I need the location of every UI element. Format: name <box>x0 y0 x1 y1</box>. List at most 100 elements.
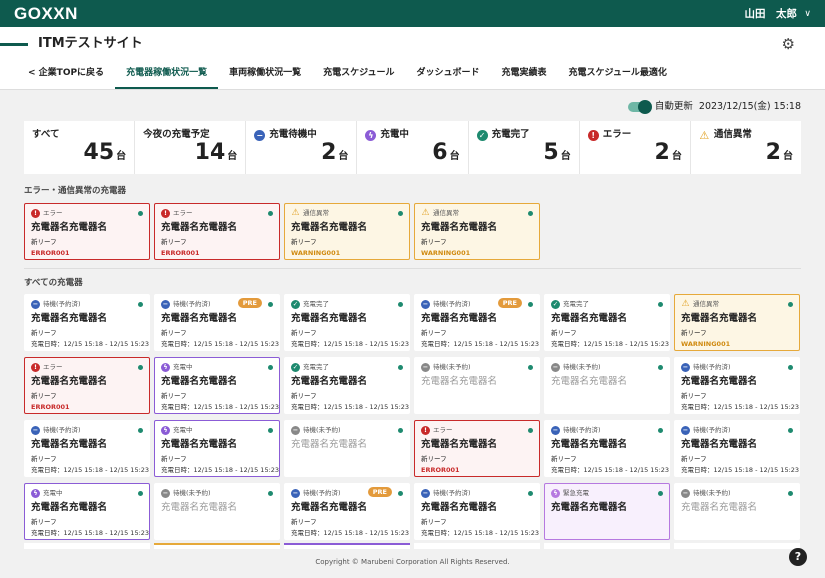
auto-update-toggle[interactable] <box>627 100 652 114</box>
charger-status: − 待機(予約済) <box>421 300 471 309</box>
vehicle-model: 新リーフ <box>551 329 577 337</box>
charger-status: ✓ 充電完了 <box>551 300 589 309</box>
charger-card[interactable]: − 待機(予約済) PRE 充電器名充電器名 新リーフ 充電日時：12/15 15:18 … <box>414 294 540 351</box>
minus-circle-icon: − <box>681 426 690 435</box>
tab-charge-schedule[interactable]: 充電スケジュール <box>312 67 405 89</box>
minus-circle-icon: − <box>681 363 690 372</box>
bolt-circle-icon: ϟ <box>551 489 560 498</box>
stat-count: 2台 <box>766 141 793 169</box>
charger-status: − 待機(未予約) <box>161 489 211 498</box>
charger-card[interactable]: ϟ 緊急充電 充電器名充電器名 <box>544 483 670 540</box>
exclamation-circle-icon: ! <box>31 363 40 372</box>
user-menu[interactable]: 山田 太郎 <box>745 8 798 20</box>
stat-card[interactable]: すべて 45 台 <box>24 121 135 174</box>
online-indicator <box>788 365 793 370</box>
charger-card[interactable]: − 待機(予約済) PRE 充電器名充電器名 新リーフ 充電日時：12/15 15:18 … <box>154 294 280 351</box>
charger-card[interactable]: − 待機(予約済) PRE 充電器名充電器名 新リーフ 充電日時：12/15 15:18 … <box>284 483 410 540</box>
help-icon[interactable]: ? <box>789 548 807 566</box>
charge-time: 充電日時：12/15 15:18 - 12/15 15:23 <box>291 529 410 537</box>
charger-card[interactable]: − 待機(予約済) 充電器名充電器名 新リーフ 充電日時：12/15 15:18 - 1… <box>24 294 150 351</box>
tab-charge-results[interactable]: 充電実績表 <box>490 67 557 89</box>
stat-value: 14 <box>194 140 226 165</box>
stat-unit: 台 <box>671 151 682 162</box>
charger-card[interactable]: − 待機(未予約) 充電器名充電器名 <box>414 357 540 414</box>
copyright: Copyright © Marubeni Corporation All Rig… <box>315 558 510 566</box>
charger-status-text: 充電中 <box>43 489 63 497</box>
exclamation-circle-icon: ! <box>587 129 599 141</box>
charger-card[interactable]: − 待機(予約済) 充電器名充電器名 新リーフ 充電日時：12/15 15:18 - 1… <box>674 420 800 477</box>
charger-status-text: エラー <box>173 209 193 217</box>
warning-triangle-icon: ⚠ <box>681 299 690 309</box>
charger-card[interactable]: − 待機(予約済) 充電器名充電器名 新リーフ 充電日時：12/15 15:18 - 1… <box>544 420 670 477</box>
charge-time: 充電日時：12/15 15:18 - 12/15 15:23 <box>681 403 800 411</box>
minus-circle-icon: − <box>551 426 560 435</box>
tab-charger-status[interactable]: 充電器稼働状況一覧 <box>115 67 219 89</box>
back-to-company-top-link[interactable]: < 企業TOPに戻る <box>28 67 115 89</box>
charger-status-text: 待機(未予約) <box>173 489 211 497</box>
current-datetime: 2023/12/15(金) 15:18 <box>698 101 801 112</box>
tab-vehicle-status[interactable]: 車両稼働状況一覧 <box>218 67 312 89</box>
online-indicator <box>658 428 663 433</box>
charger-card[interactable]: ! エラー 充電器名充電器名 新リーフ ERROR001 <box>414 420 540 477</box>
all-section-title: すべての充電器 <box>24 278 83 288</box>
charge-time: 充電日時：12/15 15:18 - 12/15 15:23 <box>421 529 540 537</box>
charger-card[interactable]: ⚠ 通信異常 充電器名充電器名 新リーフ WARNING001 <box>674 294 800 351</box>
online-indicator <box>138 491 143 496</box>
charger-card[interactable]: ⚠ 通信異常 充電器名充電器名 新リーフ WARNING001 <box>284 203 410 260</box>
chevron-down-icon[interactable]: ∨ <box>804 9 811 19</box>
charger-card[interactable]: − 待機(未予約) 充電器名充電器名 <box>284 420 410 477</box>
charge-time: 充電日時：12/15 15:18 - 12/15 15:23 <box>291 403 410 411</box>
charger-card[interactable]: ! エラー 充電器名充電器名 新リーフ ERROR001 <box>154 203 280 260</box>
charger-card[interactable]: ϟ 充電中 充電器名充電器名 新リーフ 充電日時：12/15 15:18 - 12/15… <box>24 483 150 540</box>
charger-card[interactable]: − 待機(未予約) 充電器名充電器名 <box>154 483 280 540</box>
charger-card[interactable]: ⚠ 通信異常 充電器名充電器名 新リーフ WARNING001 <box>414 203 540 260</box>
online-indicator <box>138 302 143 307</box>
charger-card[interactable]: ✓ 充電完了 充電器名充電器名 新リーフ 充電日時：12/15 15:18 - 12/1… <box>284 357 410 414</box>
charger-name: 充電器名充電器名 <box>421 439 498 450</box>
stat-card[interactable]: ! エラー 2 台 <box>579 121 690 174</box>
charger-card[interactable]: − 待機(未予約) 充電器名充電器名 <box>674 483 800 540</box>
stat-card[interactable]: ⚠ 通信異常 2 台 <box>690 121 801 174</box>
charger-card[interactable]: ✓ 充電完了 充電器名充電器名 新リーフ 充電日時：12/15 15:18 - 12/1… <box>544 294 670 351</box>
charger-card[interactable]: − 待機(予約済) 充電器名充電器名 新リーフ 充電日時：12/15 15:18 - 1… <box>674 357 800 414</box>
stat-card[interactable]: ϟ 充電中 6 台 <box>357 121 468 174</box>
stat-card[interactable]: − 充電待機中 2 台 <box>246 121 357 174</box>
warning-triangle-icon: ⚠ <box>291 208 300 218</box>
charger-status: ϟ 充電中 <box>161 426 193 435</box>
charger-status: ⚠ 通信異常 <box>681 300 719 309</box>
charger-card[interactable]: − 待機(予約済) 充電器名充電器名 新リーフ 充電日時：12/15 15:18 - 1… <box>24 420 150 477</box>
charger-status: ✓ 充電完了 <box>291 363 329 372</box>
charger-card[interactable]: − 待機(予約済) 充電器名充電器名 新リーフ 充電日時：12/15 15:18 - 1… <box>414 483 540 540</box>
tab-dashboard[interactable]: ダッシュボード <box>405 67 490 89</box>
pre-badge: PRE <box>237 298 262 308</box>
warning-triangle-icon: ⚠ <box>699 128 710 142</box>
stat-label-text: 充電中 <box>380 129 409 140</box>
stat-card[interactable]: 今夜の充電予定 14 台 <box>135 121 246 174</box>
status-code: ERROR001 <box>421 466 460 474</box>
stat-label: ⚠ 通信異常 <box>699 128 751 142</box>
charger-status-text: 待機(予約済) <box>303 489 341 497</box>
vehicle-model: 新リーフ <box>31 455 57 463</box>
check-circle-icon: ✓ <box>291 363 300 372</box>
charger-status: − 待機(予約済) <box>681 426 731 435</box>
charger-card[interactable]: − 待機(未予約) 充電器名充電器名 <box>544 357 670 414</box>
check-circle-icon: ✓ <box>551 300 560 309</box>
charger-card[interactable]: ! エラー 充電器名充電器名 新リーフ ERROR001 <box>24 357 150 414</box>
stat-card[interactable]: ✓ 充電完了 5 台 <box>468 121 579 174</box>
online-indicator <box>398 491 403 496</box>
charger-card[interactable]: ϟ 充電中 充電器名充電器名 新リーフ 充電日時：12/15 15:18 - 12/15… <box>154 357 280 414</box>
stat-label-text: エラー <box>602 129 632 140</box>
online-indicator <box>268 211 273 216</box>
tab-schedule-optimization[interactable]: 充電スケジュール最適化 <box>558 67 678 89</box>
status-code: ERROR001 <box>161 249 200 257</box>
charger-name: 充電器名充電器名 <box>161 439 238 450</box>
minus-circle-icon: − <box>551 363 560 372</box>
gear-icon[interactable]: ⚙ <box>782 36 795 52</box>
charger-card[interactable]: ! エラー 充電器名充電器名 新リーフ ERROR001 <box>24 203 150 260</box>
main-nav: < 企業TOPに戻る 充電器稼働状況一覧 車両稼働状況一覧 充電スケジュール ダ… <box>28 67 678 89</box>
charger-status: ϟ 緊急充電 <box>551 489 589 498</box>
pre-badge: PRE <box>497 298 522 308</box>
charger-card[interactable]: ϟ 充電中 充電器名充電器名 新リーフ 充電日時：12/15 15:18 - 12/15… <box>154 420 280 477</box>
charger-card[interactable]: ✓ 充電完了 充電器名充電器名 新リーフ 充電日時：12/15 15:18 - 12/1… <box>284 294 410 351</box>
section-divider <box>24 268 801 269</box>
